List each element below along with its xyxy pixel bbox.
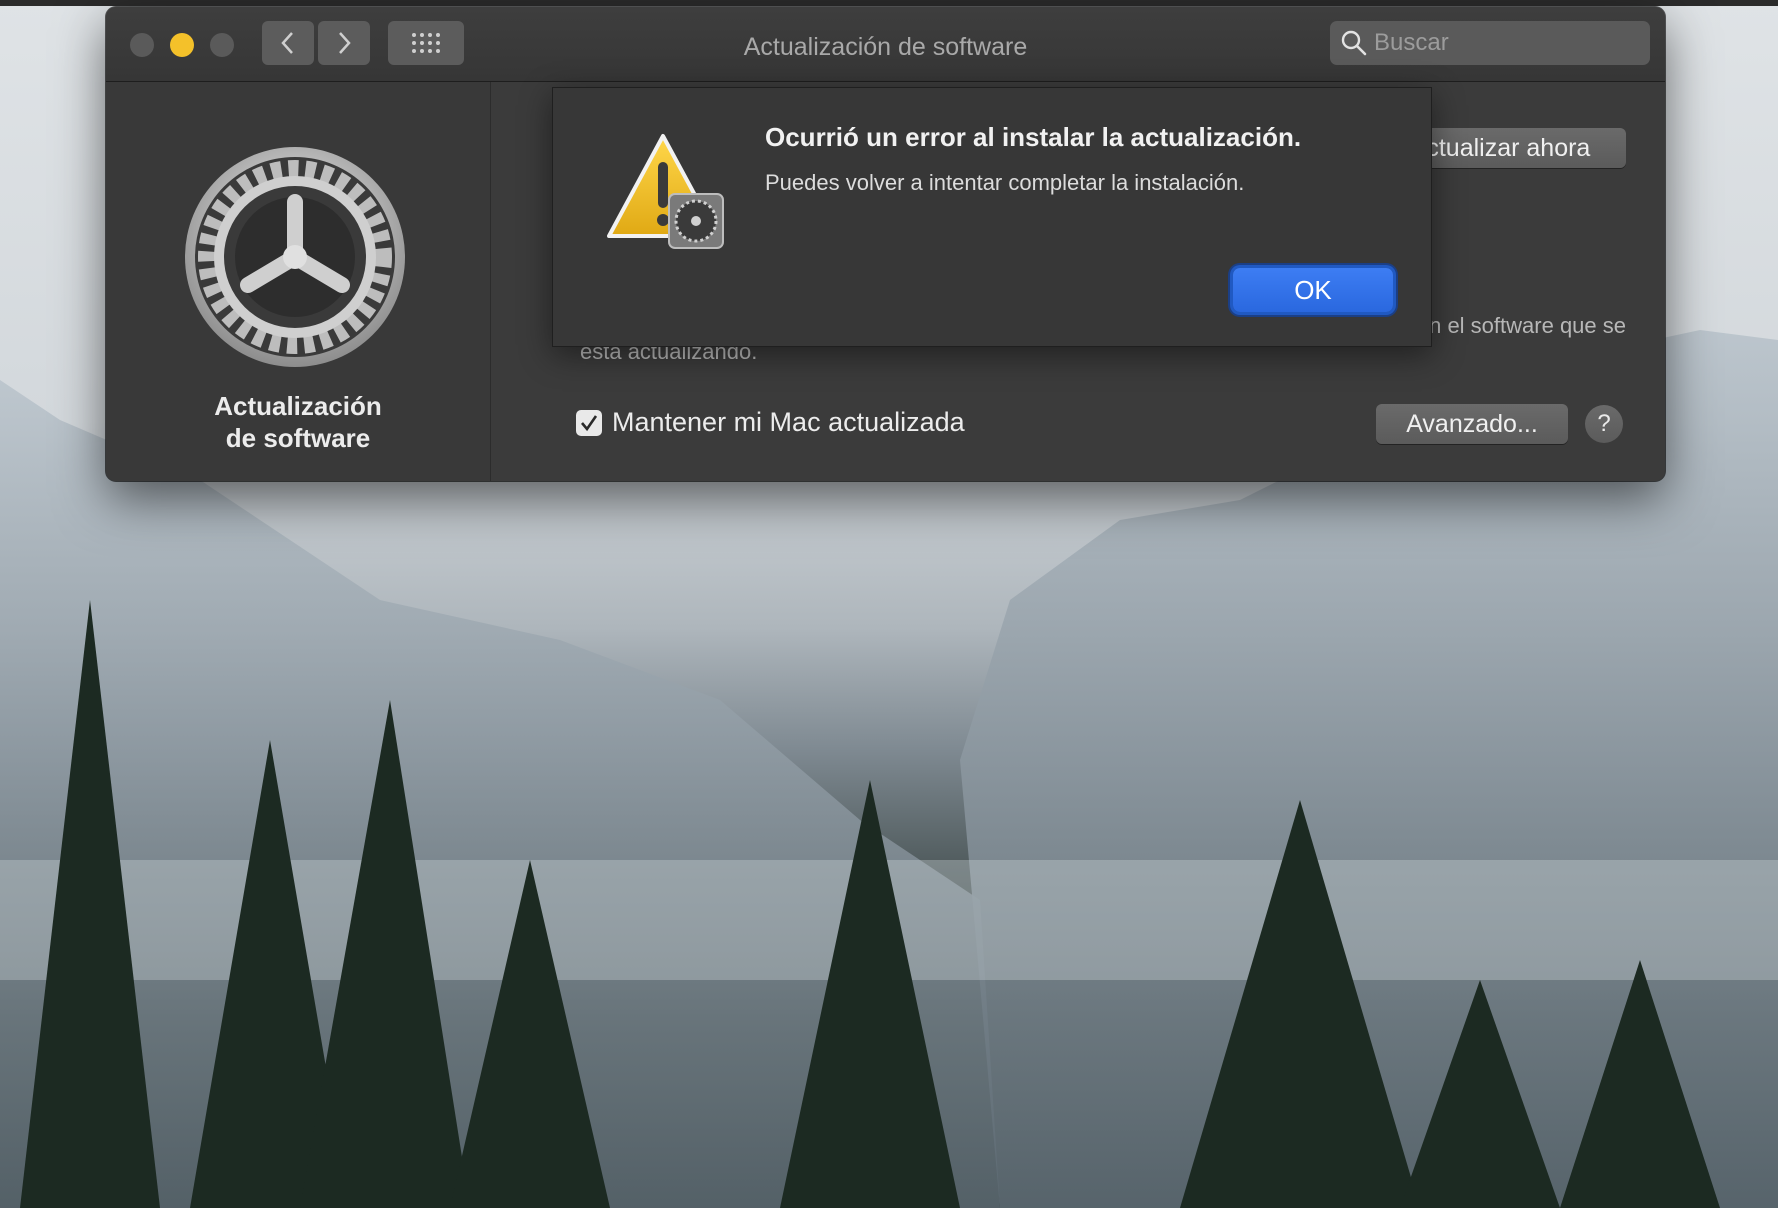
alert-message: Puedes volver a intentar completar la in…	[765, 170, 1245, 195]
advanced-button[interactable]: Avanzado...	[1376, 404, 1568, 444]
title-bar: Actualización de software	[106, 7, 1665, 82]
sidebar-title: Actualización de software	[106, 390, 490, 454]
keep-updated-row[interactable]: Mantener mi Mac actualizada	[576, 407, 965, 438]
warning-icon	[607, 134, 724, 249]
keep-updated-label[interactable]: Mantener mi Mac actualizada	[612, 407, 965, 438]
preferences-window: Actualización de software Buscar Actuali…	[106, 7, 1665, 481]
sidebar-title-line-1: Actualización	[214, 391, 382, 421]
help-button[interactable]: ?	[1585, 405, 1623, 443]
search-input[interactable]	[1372, 28, 1636, 58]
sidebar: Actualización de software	[106, 82, 491, 481]
error-alert-sheet: Ocurrió un error al instalar la actualiz…	[552, 87, 1432, 347]
alert-title: Ocurrió un error al instalar la actualiz…	[765, 122, 1302, 152]
checkmark-icon	[581, 414, 598, 431]
gear-icon	[185, 147, 405, 367]
sidebar-title-line-2: de software	[225, 423, 371, 453]
menu-bar-edge	[0, 0, 1778, 6]
ok-button[interactable]: OK	[1233, 268, 1393, 312]
search-field[interactable]	[1330, 21, 1650, 65]
keep-updated-checkbox[interactable]	[576, 409, 602, 436]
search-icon	[1341, 30, 1367, 56]
